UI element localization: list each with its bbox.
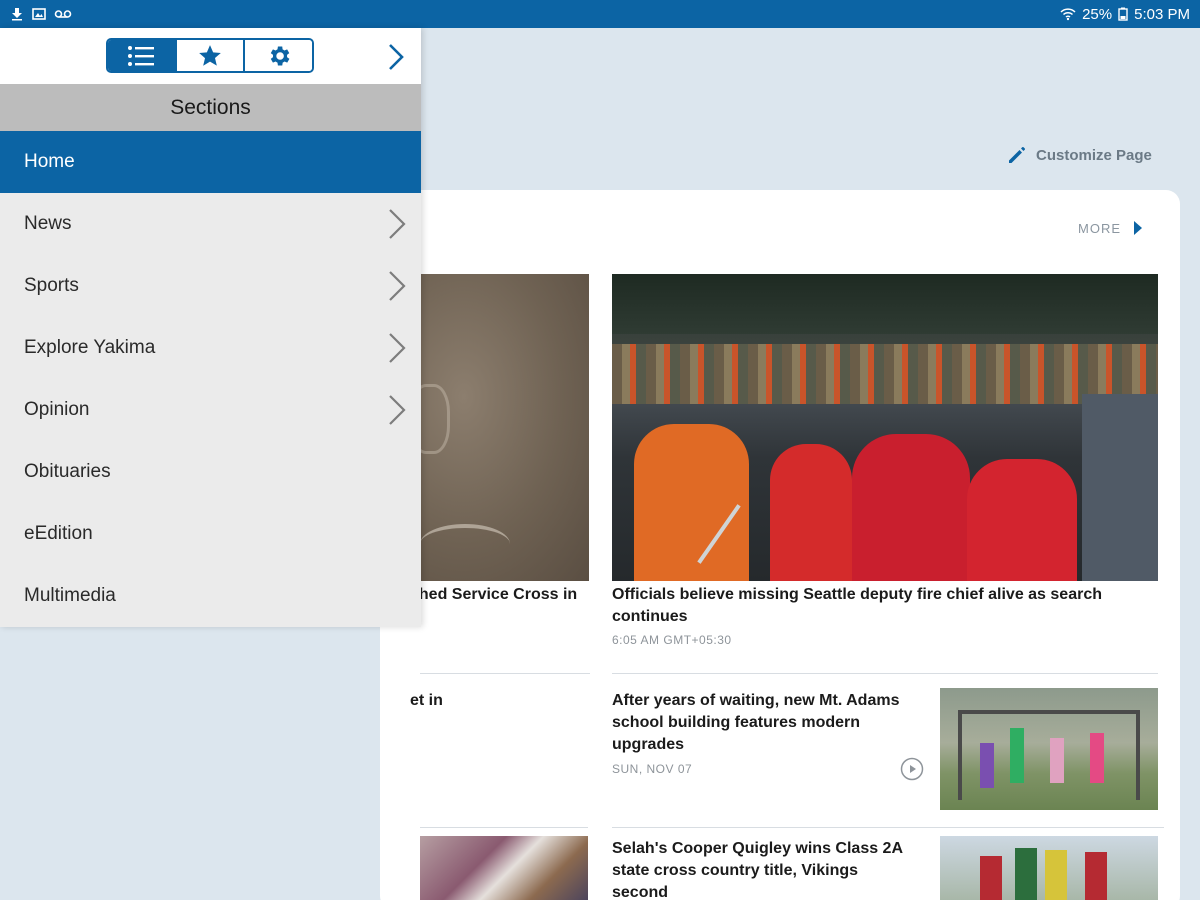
menu-item-obituaries[interactable]: Obituaries — [0, 441, 421, 503]
story-photo-2[interactable] — [612, 274, 1158, 581]
divider — [420, 673, 590, 674]
divider — [420, 827, 588, 828]
list-icon — [128, 45, 155, 66]
divider — [612, 827, 1164, 828]
drawer-toolbar — [0, 28, 421, 84]
wifi-icon — [1060, 8, 1076, 21]
chevron-right-icon — [389, 333, 406, 363]
menu-item-eedition[interactable]: eEdition — [0, 503, 421, 565]
stories-card: MORE shed Service Cross in Officials bel… — [380, 190, 1180, 900]
menu-item-opinion[interactable]: Opinion — [0, 379, 421, 441]
story-title-2[interactable]: Officials believe missing Seattle deputy… — [612, 584, 1132, 628]
sections-tab[interactable] — [108, 40, 177, 71]
divider — [612, 673, 1158, 674]
menu-item-label: Opinion — [24, 399, 90, 420]
gear-icon — [270, 45, 290, 66]
menu-item-sports[interactable]: Sports — [0, 255, 421, 317]
sections-heading: Sections — [0, 84, 421, 131]
customize-page-button[interactable]: Customize Page — [1006, 144, 1152, 166]
drawer-close-button[interactable] — [384, 42, 408, 72]
story-photo-4[interactable] — [940, 688, 1158, 810]
download-icon — [12, 8, 22, 21]
chevron-right-icon — [389, 271, 406, 301]
menu-item-label: Sports — [24, 275, 79, 296]
menu-item-label: eEdition — [24, 523, 93, 544]
image-icon — [32, 8, 46, 20]
story-title-1[interactable]: shed Service Cross in — [410, 584, 590, 606]
menu-item-multimedia[interactable]: Multimedia — [0, 565, 421, 627]
story-title-4[interactable]: After years of waiting, new Mt. Adams sc… — [612, 690, 902, 756]
menu-item-label: Explore Yakima — [24, 337, 156, 358]
menu-item-label: Multimedia — [24, 585, 116, 606]
menu-item-label: Home — [24, 151, 75, 172]
more-label: MORE — [1078, 220, 1121, 236]
drawer-mode-switch — [106, 38, 314, 73]
video-play-icon[interactable] — [900, 757, 924, 781]
customize-page-label: Customize Page — [1036, 146, 1152, 164]
star-icon — [199, 44, 221, 66]
chevron-right-icon — [389, 44, 404, 70]
story-photo-5b[interactable] — [940, 836, 1158, 900]
pencil-icon — [1009, 147, 1025, 163]
more-link[interactable]: MORE — [1078, 220, 1143, 236]
story-title-5[interactable]: Selah's Cooper Quigley wins Class 2A sta… — [612, 838, 912, 900]
clock: 5:03 PM — [1134, 5, 1190, 23]
menu-item-explore-yakima[interactable]: Explore Yakima — [0, 317, 421, 379]
chevron-right-icon — [389, 395, 406, 425]
voicemail-icon — [54, 10, 72, 18]
chevron-right-icon — [389, 209, 406, 239]
battery-percent: 25% — [1082, 5, 1113, 23]
sections-menu: Home News Sports Explore Yakima Opinion … — [0, 131, 421, 627]
battery-icon — [1118, 7, 1128, 21]
story-time-2: 6:05 AM GMT+05:30 — [612, 633, 732, 647]
story-title-3[interactable]: et in — [410, 690, 590, 712]
status-bar: 25% 5:03 PM — [0, 0, 1200, 28]
story-photo-5[interactable] — [420, 836, 588, 900]
story-time-4: SUN, NOV 07 — [612, 762, 693, 776]
menu-item-news[interactable]: News — [0, 193, 421, 255]
menu-item-label: Obituaries — [24, 461, 111, 482]
play-icon — [1134, 221, 1142, 235]
sections-drawer: Sections Home News Sports Explore Yakima… — [0, 28, 421, 627]
settings-tab[interactable] — [245, 40, 312, 71]
menu-item-home[interactable]: Home — [0, 131, 421, 193]
menu-item-label: News — [24, 213, 72, 234]
favorites-tab[interactable] — [176, 40, 246, 71]
